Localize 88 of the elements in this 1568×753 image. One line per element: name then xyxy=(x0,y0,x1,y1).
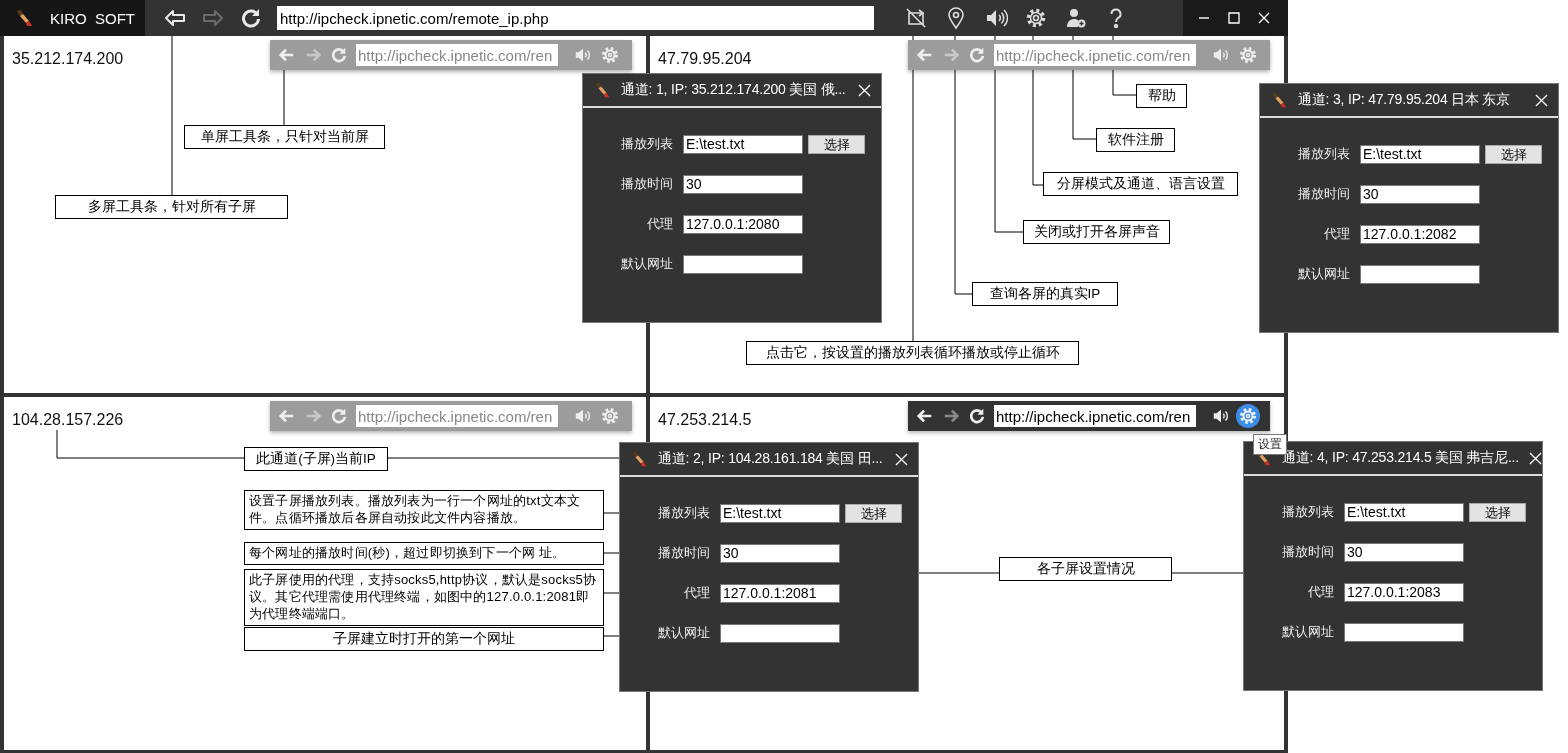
close-icon[interactable] xyxy=(895,452,908,466)
callout-label: 子屏建立时打开的第一个网址 xyxy=(244,627,604,651)
brush-icon xyxy=(630,450,648,468)
speaker-icon[interactable] xyxy=(984,6,1008,30)
leader-line xyxy=(603,635,620,637)
leader-line xyxy=(603,552,620,554)
callout-label: 单屏工具条，只针对当前屏 xyxy=(184,125,385,149)
input-field[interactable]: 30 xyxy=(1360,184,1480,204)
input-field[interactable]: 30 xyxy=(720,543,840,563)
app-title: KIRO SOFT xyxy=(50,9,135,27)
field-label: 代理 xyxy=(1323,225,1350,243)
field-label: 播放时间 xyxy=(620,175,673,193)
callout-label: 此子屏使用的代理，支持socks5,http协议，默认是socks5协议。其它代理需使用代理终端，如图中的127.0.0.1:2081即为代理终端端口。 xyxy=(244,569,604,626)
input-field[interactable]: 127.0.0.1:2081 xyxy=(720,583,840,603)
callout-label: 此通道(子屏)当前IP xyxy=(244,447,388,471)
field-label: 播放时间 xyxy=(1281,543,1334,561)
leader-line xyxy=(603,512,620,514)
brush-icon xyxy=(14,8,34,28)
crossed-square-icon[interactable] xyxy=(904,6,928,30)
input-field[interactable]: E:\test.txt xyxy=(720,503,840,523)
input-field[interactable]: 127.0.0.1:2082 xyxy=(1360,224,1480,244)
input-field[interactable]: 30 xyxy=(683,174,803,194)
choose-button[interactable]: 选择 xyxy=(1485,144,1542,164)
callout-label: 软件注册 xyxy=(1096,128,1175,152)
settings-icon[interactable] xyxy=(1024,6,1048,30)
settings-icon[interactable] xyxy=(1236,404,1260,428)
url-field[interactable]: http://ipcheck.ipnetic.com/ren xyxy=(356,405,558,427)
ip-address: 47.79.95.204 xyxy=(658,50,752,68)
field-label: 默认网址 xyxy=(1281,623,1334,641)
back-arrow-icon[interactable] xyxy=(916,407,934,425)
leader-line xyxy=(283,69,285,126)
callout-label: 每个网址的播放时间(秒)，超过即切换到下一个网 址。 xyxy=(244,542,604,565)
field-label: 播放列表 xyxy=(1281,503,1334,521)
input-field[interactable]: 127.0.0.1:2080 xyxy=(683,214,803,234)
callout-label: 查询各屏的真实IP xyxy=(972,282,1118,306)
speaker-icon[interactable] xyxy=(1212,407,1230,425)
input-field[interactable] xyxy=(720,623,840,643)
leader-line xyxy=(603,592,620,594)
field-label: 代理 xyxy=(646,215,673,233)
input-field[interactable] xyxy=(683,254,803,274)
dialog-title: 通道: 1, IP: 35.212.174.200 美国 俄... xyxy=(621,81,847,99)
field-label: 播放列表 xyxy=(1297,145,1350,163)
ip-address: 35.212.174.200 xyxy=(12,50,124,68)
field-label: 播放列表 xyxy=(620,135,673,153)
callout-label: 关闭或打开各屏声音 xyxy=(1023,220,1170,244)
brush-icon xyxy=(593,81,611,99)
url-field[interactable]: http://ipcheck.ipnetic.com/ren xyxy=(994,44,1196,66)
dialog-title: 通道: 2, IP: 104.28.161.184 美国 田... xyxy=(658,450,884,468)
close-icon[interactable] xyxy=(1535,93,1548,107)
close-icon[interactable] xyxy=(1257,11,1271,25)
url-field[interactable]: http://ipcheck.ipnetic.com/ren xyxy=(356,44,558,66)
choose-button[interactable]: 选择 xyxy=(1469,502,1526,522)
forward-arrow-icon[interactable] xyxy=(942,407,960,425)
input-field[interactable] xyxy=(1360,264,1480,284)
ip-address: 47.253.214.5 xyxy=(658,411,752,429)
callout-label: 设置子屏播放列表。播放列表为一行一个网址的txt文本文件。点循环播放后各屏自动按此文件内容播放。 xyxy=(244,490,604,530)
field-label: 默认网址 xyxy=(1297,265,1350,283)
close-icon[interactable] xyxy=(858,83,871,97)
input-field[interactable]: 127.0.0.1:2083 xyxy=(1344,582,1464,602)
field-label: 播放时间 xyxy=(657,544,710,562)
callout-label: 各子屏设置情况 xyxy=(999,557,1172,581)
callout-label: 帮助 xyxy=(1136,84,1187,108)
input-field[interactable]: E:\test.txt xyxy=(683,134,803,154)
input-field[interactable]: E:\test.txt xyxy=(1360,144,1480,164)
brush-icon xyxy=(1270,91,1288,109)
dialog-title: 通道: 3, IP: 47.79.95.204 日本 东京 xyxy=(1298,91,1512,109)
maximize-icon[interactable] xyxy=(1227,11,1241,25)
field-label: 默认网址 xyxy=(620,255,673,273)
choose-button[interactable]: 选择 xyxy=(808,134,865,154)
input-field[interactable]: E:\test.txt xyxy=(1344,502,1464,522)
close-icon[interactable] xyxy=(1528,451,1542,465)
ip-address: 104.28.157.226 xyxy=(12,411,124,429)
callout-label: 多屏工具条，针对所有子屏 xyxy=(55,195,288,219)
tooltip: 设置 xyxy=(1253,434,1287,455)
field-label: 播放时间 xyxy=(1297,185,1350,203)
field-label: 默认网址 xyxy=(657,624,710,642)
field-label: 代理 xyxy=(683,584,710,602)
url-field[interactable]: http://ipcheck.ipnetic.com/remote_ip.php xyxy=(277,6,874,30)
callout-label: 分屏模式及通道、语言设置 xyxy=(1043,172,1238,196)
field-label: 代理 xyxy=(1307,583,1334,601)
input-field[interactable] xyxy=(1344,622,1464,642)
callout-label: 点击它，按设置的播放列表循环播放或停止循环 xyxy=(746,341,1079,365)
choose-button[interactable]: 选择 xyxy=(845,503,902,523)
user-plus-icon[interactable] xyxy=(1064,6,1088,30)
url-field[interactable]: http://ipcheck.ipnetic.com/ren xyxy=(994,405,1196,427)
input-field[interactable]: 30 xyxy=(1344,542,1464,562)
field-label: 播放列表 xyxy=(657,504,710,522)
reload-icon[interactable] xyxy=(968,407,986,425)
